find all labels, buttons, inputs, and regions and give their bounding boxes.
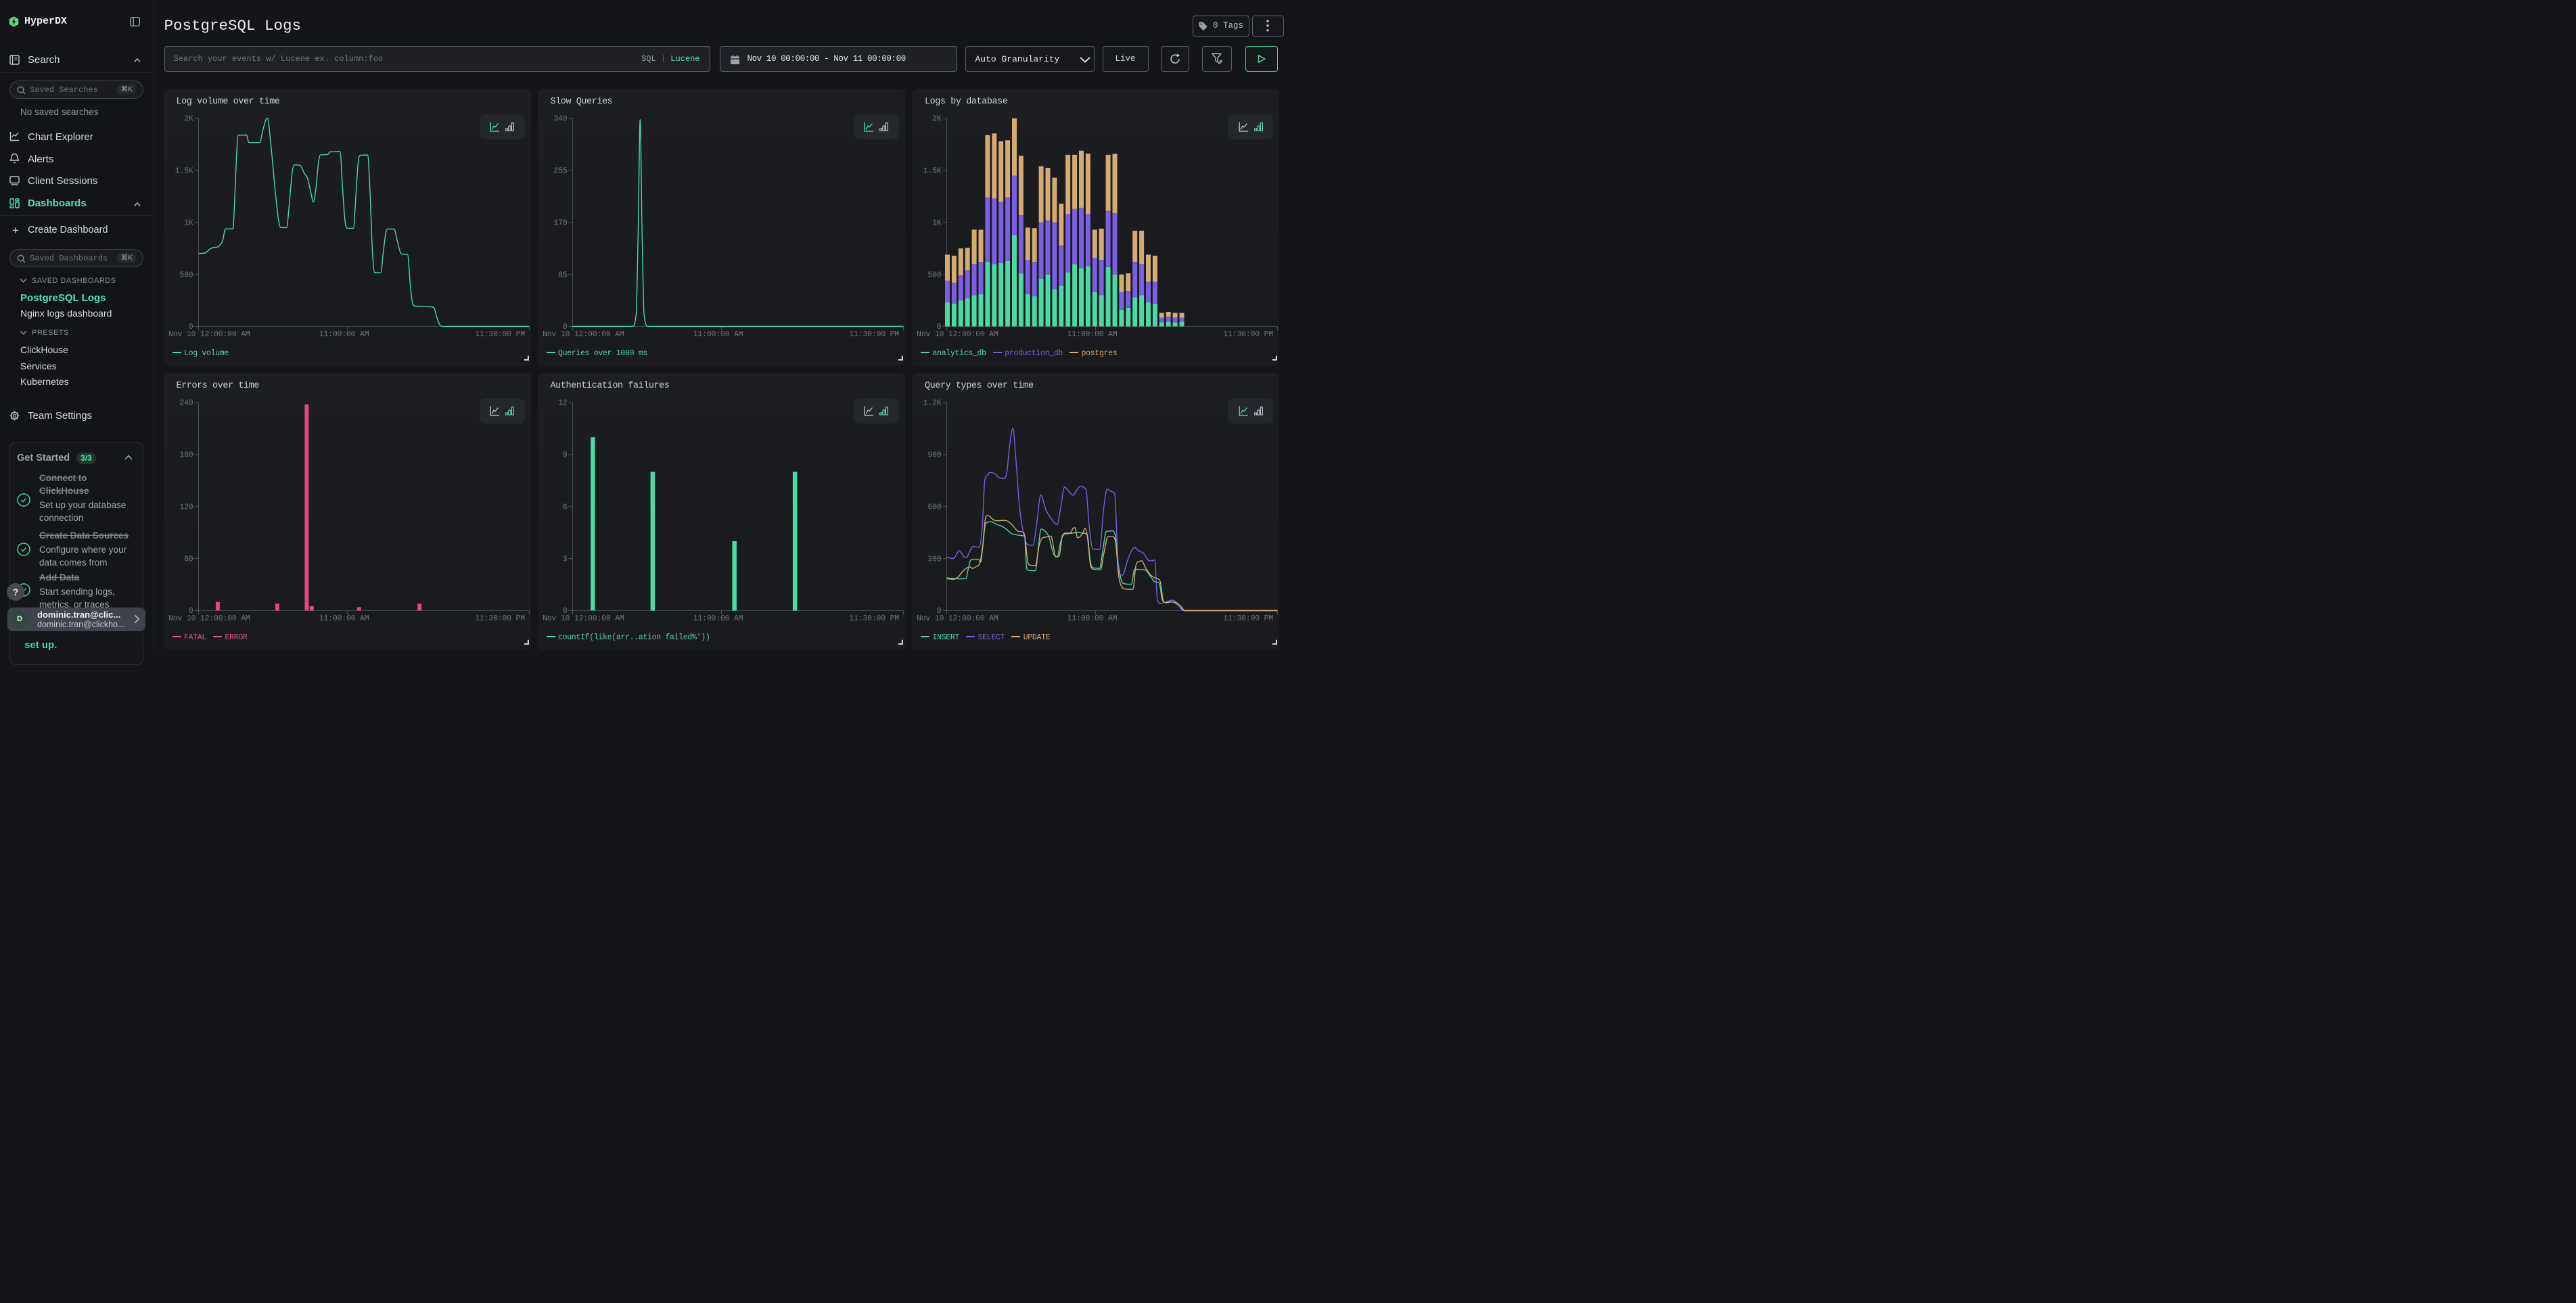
- svg-text:11:30:00 PM: 11:30:00 PM: [849, 614, 899, 623]
- svg-text:12: 12: [558, 399, 568, 408]
- svg-text:11:30:00 PM: 11:30:00 PM: [1223, 614, 1273, 623]
- svg-text:Nov 10 12:00:00 AM: Nov 10 12:00:00 AM: [917, 330, 998, 339]
- svg-text:Nov 10 12:00:00 AM: Nov 10 12:00:00 AM: [543, 330, 624, 339]
- svg-text:9: 9: [562, 451, 567, 460]
- svg-text:180: 180: [179, 451, 193, 460]
- svg-text:85: 85: [558, 271, 568, 279]
- svg-text:11:00:00 AM: 11:00:00 AM: [693, 614, 743, 623]
- svg-text:6: 6: [562, 503, 567, 511]
- svg-text:11:30:00 PM: 11:30:00 PM: [475, 614, 525, 623]
- svg-text:2K: 2K: [184, 115, 193, 124]
- svg-text:1.2K: 1.2K: [923, 399, 942, 408]
- svg-text:500: 500: [179, 271, 193, 279]
- svg-text:Nov 10 12:00:00 AM: Nov 10 12:00:00 AM: [917, 614, 998, 623]
- svg-text:11:00:00 AM: 11:00:00 AM: [319, 330, 369, 339]
- svg-text:11:30:00 PM: 11:30:00 PM: [849, 330, 899, 339]
- svg-text:11:00:00 AM: 11:00:00 AM: [1067, 330, 1118, 339]
- svg-text:11:30:00 PM: 11:30:00 PM: [475, 330, 525, 339]
- svg-text:1.5K: 1.5K: [175, 167, 193, 176]
- svg-text:1K: 1K: [184, 219, 193, 227]
- svg-text:240: 240: [179, 399, 193, 408]
- svg-text:600: 600: [927, 503, 941, 511]
- svg-text:170: 170: [553, 219, 567, 227]
- svg-text:3: 3: [562, 555, 567, 564]
- svg-text:120: 120: [179, 503, 193, 511]
- svg-text:255: 255: [553, 167, 567, 176]
- svg-text:340: 340: [553, 115, 567, 124]
- svg-text:Nov 10 12:00:00 AM: Nov 10 12:00:00 AM: [168, 330, 250, 339]
- svg-text:900: 900: [927, 451, 941, 460]
- svg-text:Nov 10 12:00:00 AM: Nov 10 12:00:00 AM: [168, 614, 250, 623]
- svg-text:60: 60: [184, 555, 193, 564]
- svg-text:2K: 2K: [932, 115, 942, 124]
- svg-text:300: 300: [927, 555, 941, 564]
- svg-text:11:00:00 AM: 11:00:00 AM: [693, 330, 743, 339]
- svg-text:1K: 1K: [932, 219, 942, 227]
- svg-text:Nov 10 12:00:00 AM: Nov 10 12:00:00 AM: [543, 614, 624, 623]
- svg-text:11:00:00 AM: 11:00:00 AM: [319, 614, 369, 623]
- svg-text:500: 500: [927, 271, 941, 279]
- svg-text:11:30:00 PM: 11:30:00 PM: [1223, 330, 1273, 339]
- svg-text:1.5K: 1.5K: [923, 167, 942, 176]
- svg-text:11:00:00 AM: 11:00:00 AM: [1067, 614, 1118, 623]
